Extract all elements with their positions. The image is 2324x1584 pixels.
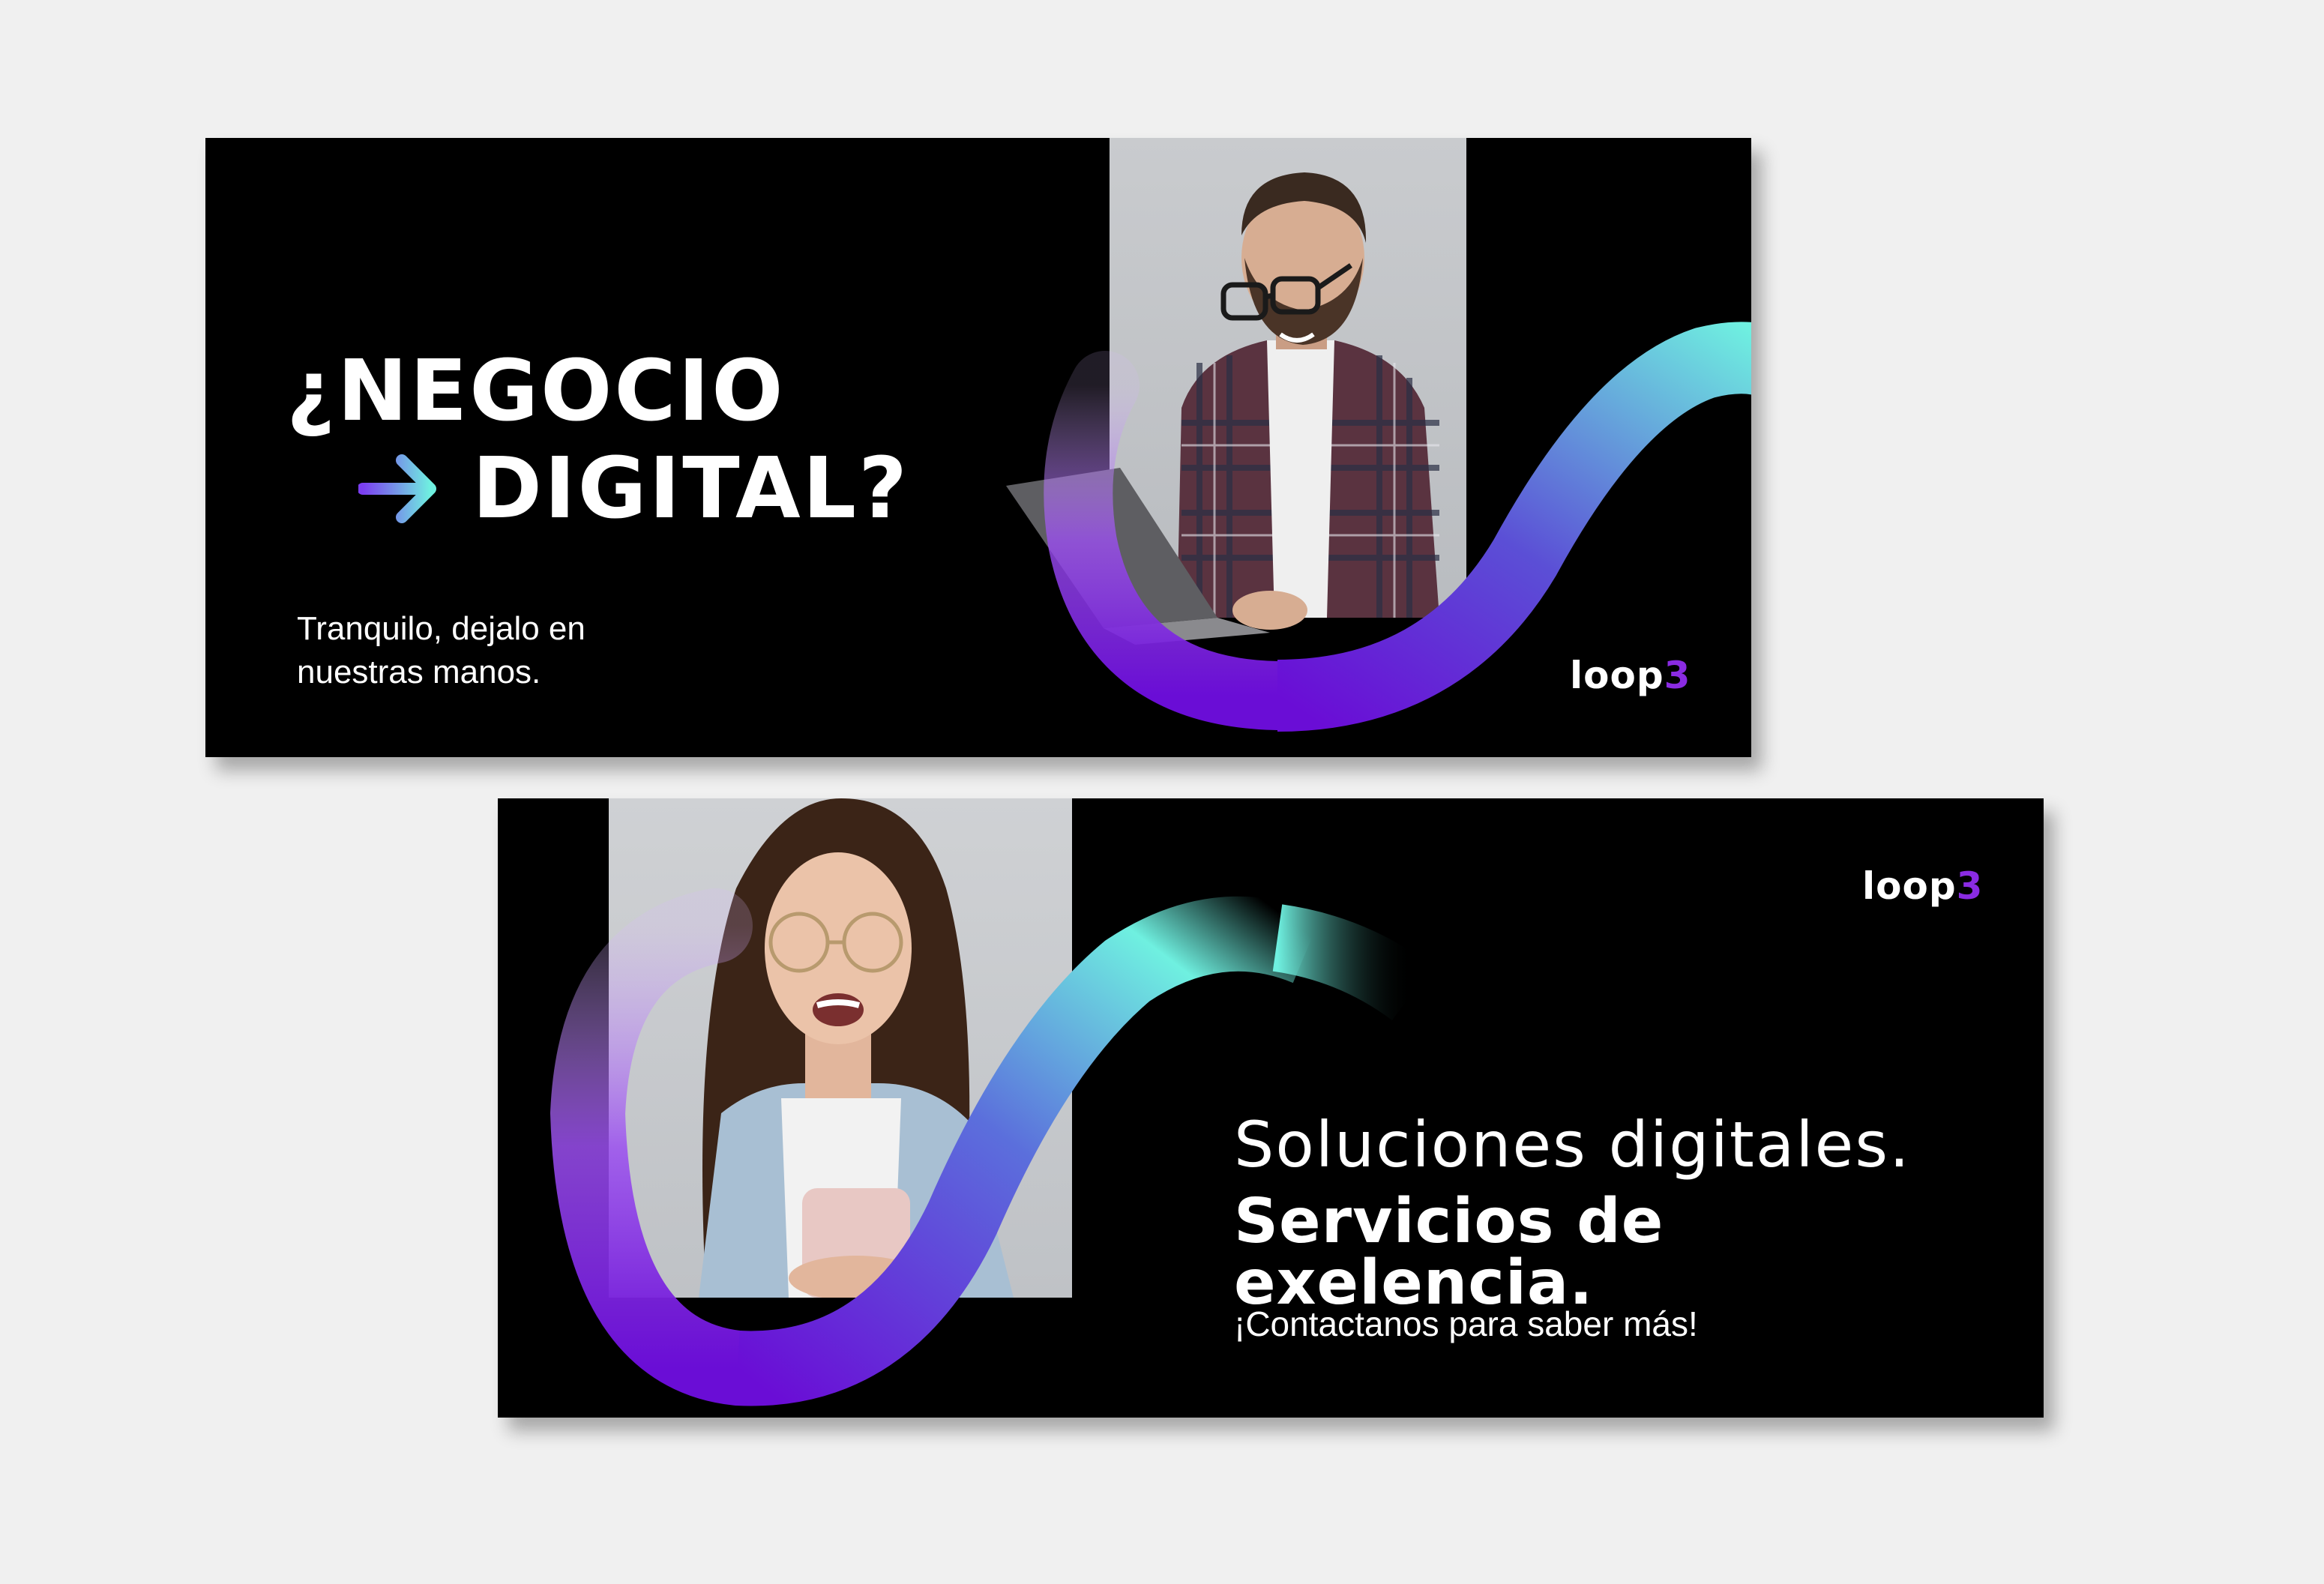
logo-number: 3	[1664, 654, 1691, 697]
loop3-logo: loop3	[1570, 654, 1691, 697]
banner-subtext: ¡Contactanos para saber más!	[1234, 1304, 1698, 1343]
logo-text: loop	[1570, 654, 1664, 697]
woman-with-phone-photo	[609, 798, 1072, 1298]
logo-text: loop	[1862, 864, 1957, 908]
headline-line-1: Soluciones digitales.	[1234, 1108, 1911, 1181]
banner-soluciones-digitales: loop3 Soluciones digitales. Servicios de…	[498, 798, 2044, 1418]
man-with-laptop-photo	[1110, 138, 1466, 618]
banner-negocio-digital: ¿NEGOCIO DIGITAL? Tranquilo, dejalo en n…	[205, 138, 1751, 757]
banner-subtext: Tranquilo, dejalo en nuestras manos.	[297, 610, 585, 690]
headline-line-2: Servicios de exelencia.	[1234, 1186, 1664, 1319]
headline-line-1: ¿NEGOCIO	[286, 343, 786, 440]
loop3-logo: loop3	[1862, 864, 1983, 908]
arrow-right-icon	[358, 454, 436, 523]
logo-number: 3	[1956, 864, 1984, 908]
headline-line-2: DIGITAL?	[472, 440, 909, 537]
